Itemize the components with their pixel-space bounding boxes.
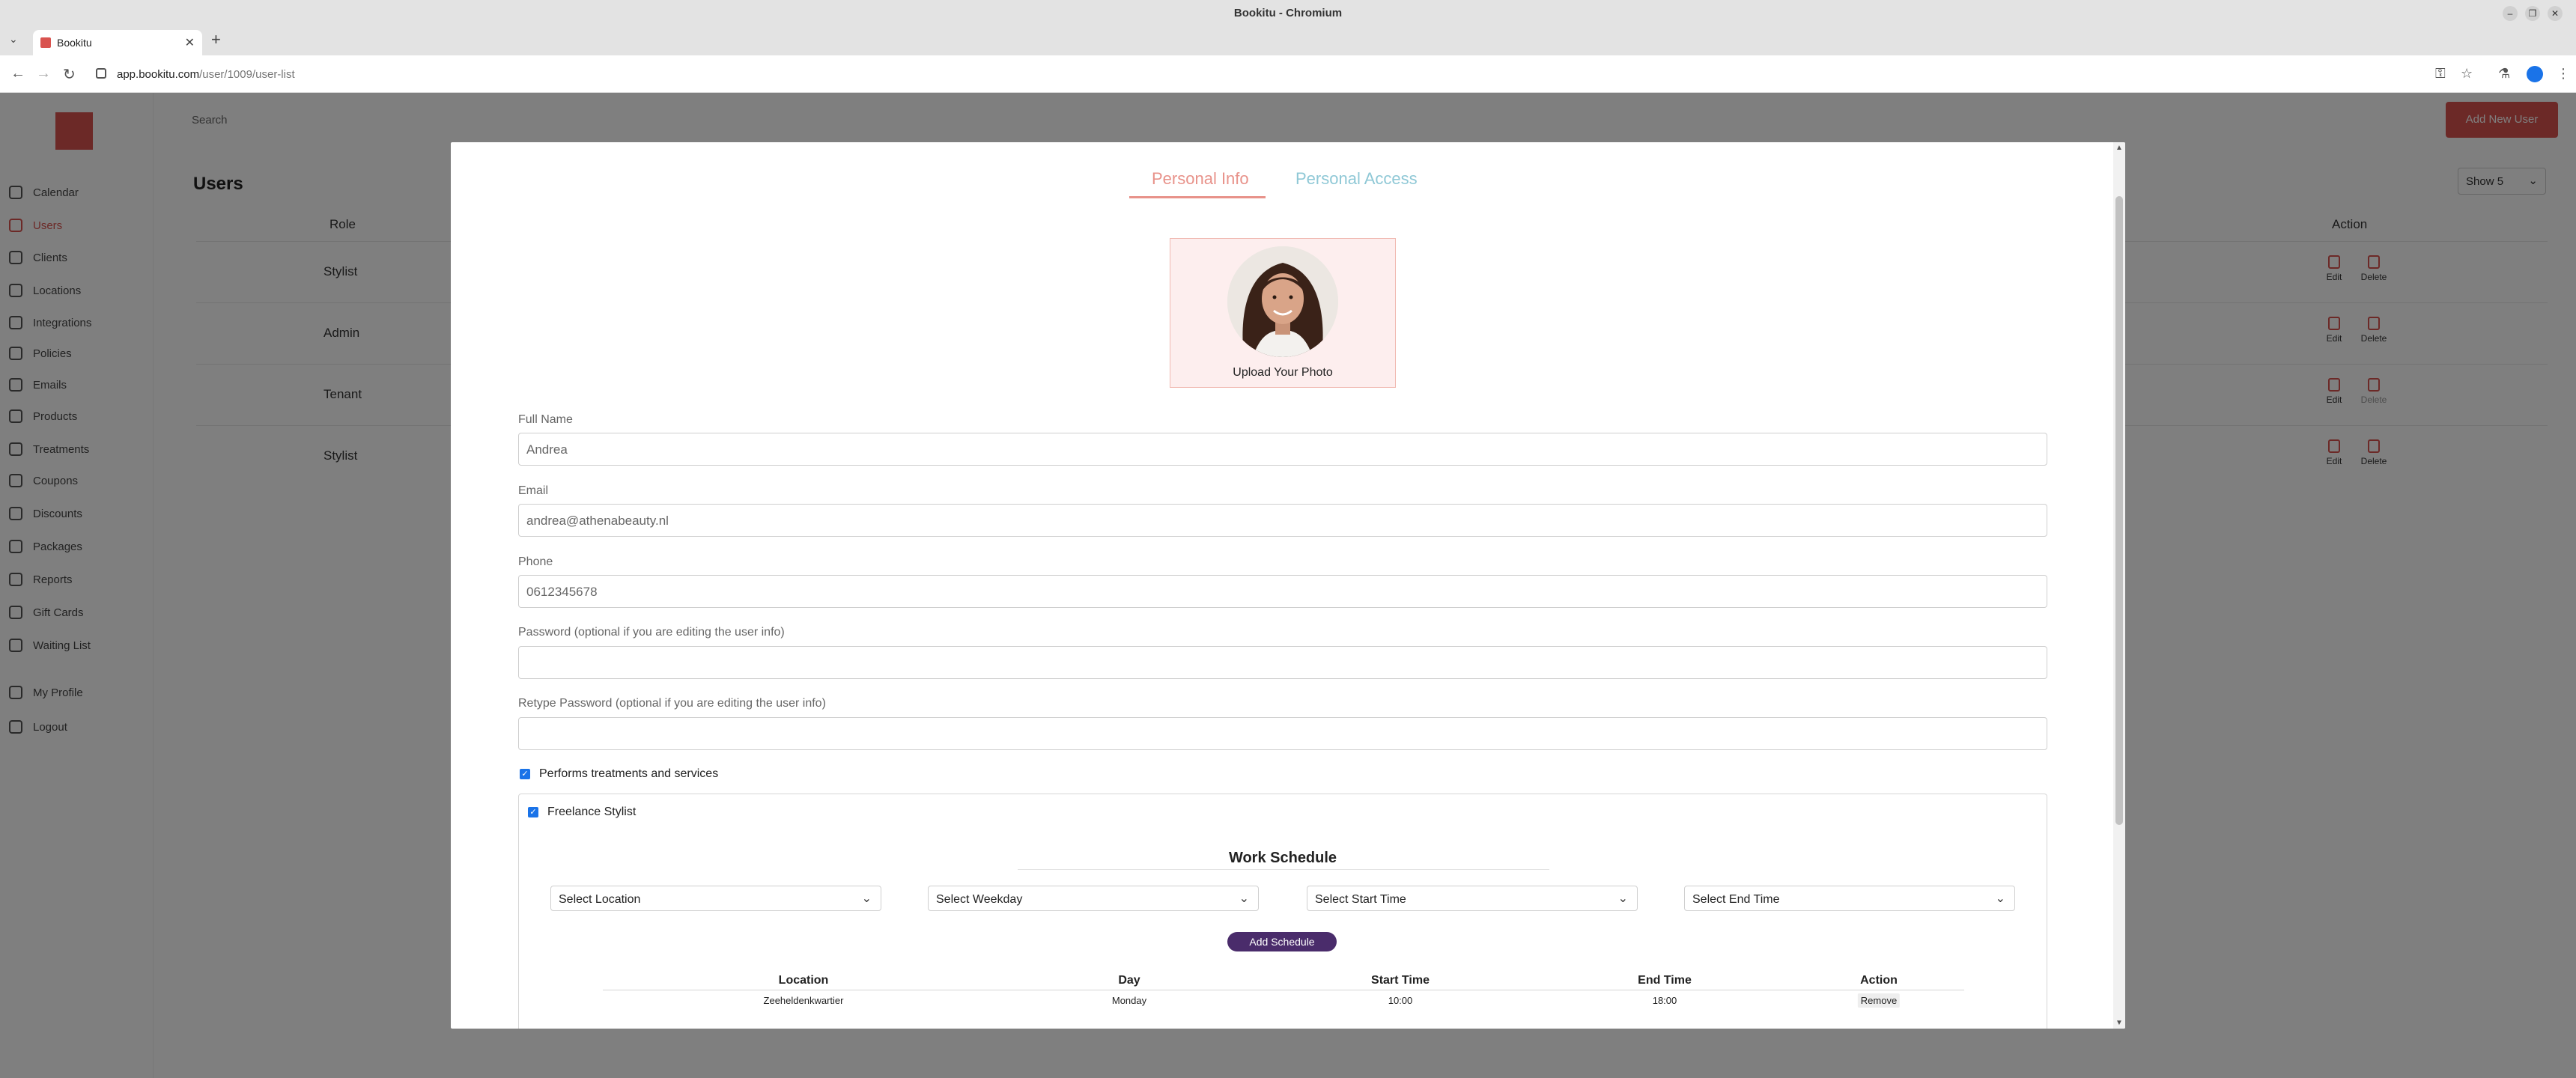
- user-edit-modal: ▲ ▼ Personal Info Personal Access Upload…: [451, 142, 2125, 1029]
- avatar: [1227, 246, 1338, 357]
- email-label: Email: [518, 484, 549, 497]
- freelance-stylist-label: Freelance Stylist: [547, 806, 637, 818]
- upload-photo-label: Upload Your Photo: [1233, 366, 1333, 379]
- end-time-cell: 18:00: [1652, 995, 1677, 1006]
- address-bar[interactable]: app.bookitu.com/user/1009/user-list: [84, 61, 2420, 87]
- tab-strip: Bookitu ✕: [0, 27, 2576, 55]
- scrollbar-thumb[interactable]: [2115, 196, 2123, 825]
- chevron-down-icon: ⌄: [1995, 892, 2005, 905]
- url-text: app.bookitu.com/user/1009/user-list: [117, 68, 295, 81]
- tab-personal-access[interactable]: Personal Access: [1295, 169, 1418, 189]
- freelance-schedule-panel: ✓ Freelance Stylist Work Schedule Select…: [518, 794, 2047, 1029]
- retype-password-field[interactable]: [518, 717, 2047, 750]
- browser-toolbar: ← → ↻ app.bookitu.com/user/1009/user-lis…: [0, 55, 2576, 93]
- schedule-table-header: Location Day Start Time End Time Action: [603, 974, 1964, 990]
- chevron-down-icon: ⌄: [1617, 892, 1628, 905]
- freelance-stylist-checkbox[interactable]: ✓: [528, 807, 538, 817]
- action-column-header: Action: [1860, 974, 1898, 987]
- retype-password-label: Retype Password (optional if you are edi…: [518, 697, 826, 710]
- location-cell: Zeeheldenkwartier: [763, 995, 844, 1006]
- email-field[interactable]: andrea@athenabeauty.nl: [518, 504, 2047, 537]
- tab-title: Bookitu: [57, 37, 92, 49]
- add-schedule-button[interactable]: Add Schedule: [1227, 932, 1337, 951]
- full-name-label: Full Name: [518, 413, 573, 426]
- performs-treatments-checkbox[interactable]: ✓: [520, 769, 530, 779]
- profile-avatar-icon[interactable]: [2527, 66, 2543, 82]
- chevron-down-icon: ⌄: [1239, 892, 1249, 905]
- close-window-icon[interactable]: ✕: [2548, 6, 2563, 21]
- new-tab-plus-icon[interactable]: +: [211, 30, 221, 49]
- photo-upload-area[interactable]: Upload Your Photo: [1170, 238, 1396, 388]
- full-name-field[interactable]: Andrea: [518, 433, 2047, 466]
- weekday-select[interactable]: Select Weekday ⌄: [928, 886, 1259, 911]
- favicon-icon: [40, 37, 51, 48]
- window-titlebar: Bookitu - Chromium – ❐ ✕: [0, 0, 2576, 27]
- site-info-icon[interactable]: [96, 68, 106, 79]
- forward-arrow-icon[interactable]: →: [36, 65, 51, 82]
- password-key-icon[interactable]: ⚿: [2435, 66, 2446, 82]
- browser-tab[interactable]: Bookitu ✕: [33, 30, 202, 55]
- back-arrow-icon[interactable]: ←: [10, 65, 25, 82]
- tab-personal-info[interactable]: Personal Info: [1152, 169, 1249, 189]
- start-time-column-header: Start Time: [1371, 974, 1430, 987]
- close-tab-icon[interactable]: ✕: [185, 35, 195, 50]
- work-schedule-title: Work Schedule: [1228, 850, 1337, 866]
- location-select[interactable]: Select Location ⌄: [550, 886, 881, 911]
- end-time-column-header: End Time: [1638, 974, 1692, 987]
- active-tab-underline: [1129, 196, 1266, 198]
- remove-schedule-button[interactable]: Remove: [1857, 993, 1901, 1008]
- performs-treatments-label: Performs treatments and services: [539, 767, 719, 780]
- scroll-up-arrow-icon[interactable]: ▲: [2115, 144, 2123, 152]
- password-field[interactable]: [518, 646, 2047, 679]
- start-time-cell: 10:00: [1388, 995, 1413, 1006]
- location-column-header: Location: [778, 974, 829, 987]
- menu-kebab-icon[interactable]: ⋮: [2557, 66, 2570, 82]
- phone-label: Phone: [518, 555, 553, 568]
- reload-icon[interactable]: ↻: [63, 65, 76, 84]
- extensions-icon[interactable]: ⚗: [2498, 66, 2510, 82]
- tab-list-chevron-icon[interactable]: ⌄: [9, 33, 18, 46]
- work-schedule-divider: [1018, 869, 1549, 870]
- day-column-header: Day: [1118, 974, 1140, 987]
- modal-scrollbar[interactable]: ▲ ▼: [2113, 142, 2125, 1029]
- chevron-down-icon: ⌄: [861, 892, 872, 905]
- day-cell: Monday: [1111, 995, 1147, 1006]
- phone-field[interactable]: 0612345678: [518, 575, 2047, 608]
- end-time-select[interactable]: Select End Time ⌄: [1684, 886, 2015, 911]
- bookmark-star-icon[interactable]: ☆: [2461, 66, 2473, 82]
- maximize-icon[interactable]: ❐: [2525, 6, 2540, 21]
- minimize-icon[interactable]: –: [2503, 6, 2518, 21]
- start-time-select[interactable]: Select Start Time ⌄: [1307, 886, 1638, 911]
- table-row: Zeeheldenkwartier Monday 10:00 18:00 Rem…: [603, 992, 1964, 1011]
- window-title: Bookitu - Chromium: [1233, 7, 1343, 19]
- password-label: Password (optional if you are editing th…: [518, 626, 785, 639]
- scroll-down-arrow-icon[interactable]: ▼: [2115, 1019, 2123, 1027]
